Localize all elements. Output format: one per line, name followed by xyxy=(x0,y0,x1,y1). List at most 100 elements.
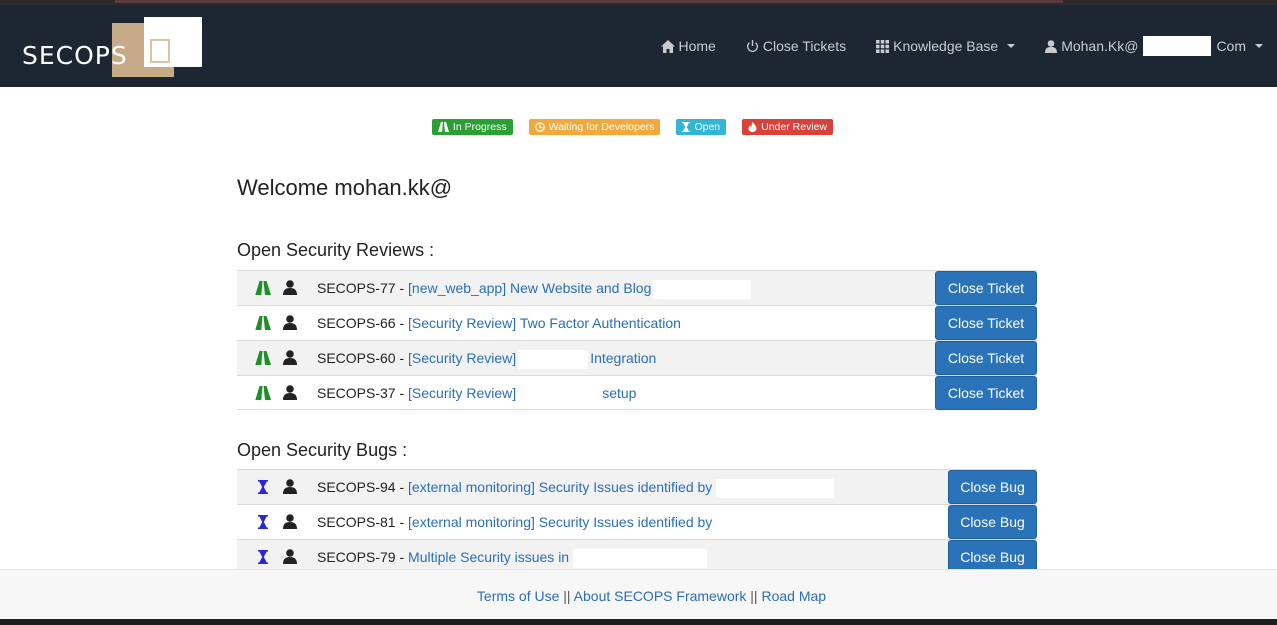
ticket-tag: [Security Review] xyxy=(408,315,517,331)
user-icon xyxy=(283,549,297,564)
ticket-title: setup xyxy=(602,385,637,402)
logo-inner-square xyxy=(150,39,170,63)
legend-waiting-label: Waiting for Developers xyxy=(548,121,655,133)
ticket-title: Integration xyxy=(590,350,657,367)
close-bug-button[interactable]: Close Bug xyxy=(948,505,1037,539)
nav-home[interactable]: Home xyxy=(660,38,716,54)
redacted-block xyxy=(1143,36,1212,56)
ticket-title: Two Factor Authentication xyxy=(516,315,681,331)
footer-links: Terms of Use || About SECOPS Framework |… xyxy=(0,588,1277,604)
redacted-block xyxy=(518,385,601,404)
ticket-text: SECOPS-66 - [Security Review] Two Factor… xyxy=(317,315,681,331)
bugs-table: SECOPS-94 - [external monitoring] Securi… xyxy=(237,469,1037,574)
window-top-accent xyxy=(115,0,1063,3)
nav-user-menu[interactable]: Mohan.Kk@ Com xyxy=(1045,36,1263,56)
ticket-id: SECOPS-81 - xyxy=(317,514,409,530)
reviews-section-title: Open Security Reviews : xyxy=(237,240,435,260)
redacted-block xyxy=(716,479,835,498)
redacted-block xyxy=(653,280,752,299)
ticket-link[interactable]: Multiple Security issues in xyxy=(408,549,569,565)
hourglass-icon xyxy=(258,480,268,494)
ticket-link[interactable]: [Security Review] setup xyxy=(408,385,637,404)
close-ticket-button[interactable]: Close Ticket xyxy=(935,306,1037,340)
user-icon xyxy=(283,280,297,295)
ticket-link[interactable]: [external monitoring] Security Issues id… xyxy=(408,479,712,495)
footer: Terms of Use || About SECOPS Framework |… xyxy=(0,569,1277,625)
ticket-id: SECOPS-94 - xyxy=(317,479,409,496)
ticket-title: New Website and Blog xyxy=(506,280,652,297)
footer-separator: || xyxy=(746,588,762,604)
ticket-text: SECOPS-79 - Multiple Security issues in xyxy=(317,549,708,568)
ticket-id: SECOPS-66 - xyxy=(317,315,409,331)
ticket-text: SECOPS-37 - [Security Review] setup xyxy=(317,385,636,404)
ticket-link[interactable]: [Security Review] Integration xyxy=(408,350,657,369)
close-ticket-button[interactable]: Close Ticket xyxy=(935,271,1037,305)
table-row: SECOPS-94 - [external monitoring] Securi… xyxy=(237,469,1037,504)
table-row: SECOPS-37 - [Security Review] setup Close… xyxy=(237,375,1037,410)
welcome-heading: Welcome mohan.kk@ xyxy=(237,175,453,200)
ticket-id: SECOPS-77 - xyxy=(317,280,409,297)
road-icon xyxy=(255,386,271,400)
chevron-down-icon xyxy=(1007,44,1016,48)
nav-knowledge-base-label: Knowledge Base xyxy=(893,38,999,54)
power-icon xyxy=(746,39,758,52)
close-bug-button[interactable]: Close Bug xyxy=(948,470,1037,504)
table-row: SECOPS-60 - [Security Review] Integration… xyxy=(237,340,1037,375)
ticket-link[interactable]: [Security Review] Two Factor Authenticat… xyxy=(408,315,681,331)
terms-link[interactable]: Terms of Use xyxy=(477,588,559,604)
ticket-title: Security Issues identified by xyxy=(534,479,713,496)
nav-user-prefix: Mohan.Kk@ xyxy=(1061,38,1139,54)
user-icon xyxy=(283,385,297,400)
hourglass-icon xyxy=(682,122,691,132)
ticket-tag: [external monitoring] xyxy=(408,514,535,530)
navbar: SECOPS Home Close Tickets Knowledge Base… xyxy=(0,5,1277,87)
legend-open: Open xyxy=(676,119,727,135)
window-bottom-edge xyxy=(0,619,1277,625)
user-icon xyxy=(283,315,297,330)
grid-icon xyxy=(876,39,890,53)
logo-text: SECOPS xyxy=(22,41,128,70)
redacted-block xyxy=(518,350,589,369)
ticket-link[interactable]: [new_web_app] New Website and Blog xyxy=(408,280,651,296)
user-icon xyxy=(283,479,297,494)
user-icon xyxy=(283,514,297,529)
roadmap-link[interactable]: Road Map xyxy=(761,588,826,604)
legend-waiting: Waiting for Developers xyxy=(528,119,661,135)
ticket-tag: [Security Review] xyxy=(408,385,517,402)
nav-user-suffix: Com xyxy=(1216,38,1246,54)
ticket-tag: [new_web_app] xyxy=(408,280,507,297)
user-icon xyxy=(283,350,297,365)
road-icon xyxy=(255,316,271,330)
footer-separator: || xyxy=(559,588,574,604)
ticket-tag: [Security Review] xyxy=(408,350,517,367)
hourglass-icon xyxy=(258,515,268,529)
home-icon xyxy=(660,39,675,53)
table-row: SECOPS-81 - [external monitoring] Securi… xyxy=(237,504,1037,539)
clock-icon xyxy=(534,122,545,132)
ticket-text: SECOPS-60 - [Security Review] Integration xyxy=(317,350,656,369)
status-legend: In Progress Waiting for Developers Open … xyxy=(0,119,1265,135)
about-link[interactable]: About SECOPS Framework xyxy=(574,588,747,604)
table-row: SECOPS-66 - [Security Review] Two Factor… xyxy=(237,305,1037,340)
ticket-text: SECOPS-94 - [external monitoring] Securi… xyxy=(317,479,835,498)
table-row: SECOPS-77 - [new_web_app] New Website an… xyxy=(237,270,1037,305)
ticket-id: SECOPS-79 - xyxy=(317,549,409,566)
road-icon xyxy=(437,122,449,132)
nav-close-tickets[interactable]: Close Tickets xyxy=(746,38,846,54)
hourglass-icon xyxy=(258,550,268,564)
ticket-title: Security Issues identified by xyxy=(534,514,713,530)
close-ticket-button[interactable]: Close Ticket xyxy=(935,376,1037,410)
legend-in-progress-label: In Progress xyxy=(452,121,507,133)
ticket-link[interactable]: [external monitoring] Security Issues id… xyxy=(408,514,712,530)
nav-knowledge-base[interactable]: Knowledge Base xyxy=(876,38,1016,54)
legend-under-review-label: Under Review xyxy=(761,121,828,133)
user-icon xyxy=(1045,39,1058,53)
bugs-section-title: Open Security Bugs : xyxy=(237,440,408,460)
road-icon xyxy=(255,351,271,365)
road-icon xyxy=(255,281,271,295)
ticket-id: SECOPS-37 - xyxy=(317,385,409,402)
ticket-text: SECOPS-77 - [new_web_app] New Website an… xyxy=(317,280,752,299)
close-ticket-button[interactable]: Close Ticket xyxy=(935,341,1037,375)
brand-logo[interactable]: SECOPS xyxy=(22,17,204,83)
nav-close-tickets-label: Close Tickets xyxy=(762,38,847,54)
